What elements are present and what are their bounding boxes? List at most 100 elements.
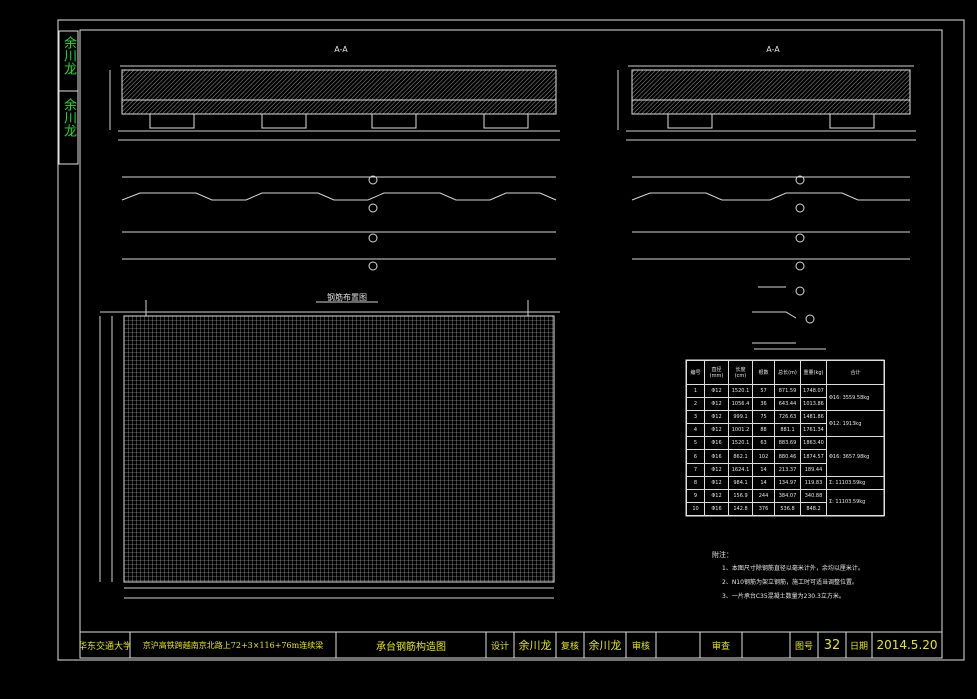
project-name: 京沪高铁跨越南京北路上72+3×116+76m连续梁 <box>142 640 324 650</box>
table-cell: 63 <box>752 436 775 451</box>
table-header: 长度(cm) <box>728 360 753 385</box>
side-stamp-name-top: 余川龙 <box>61 36 76 75</box>
table-cell: 156.9 <box>728 488 753 503</box>
right-section-title: A-A <box>766 45 780 54</box>
table-cell: Φ12 <box>704 383 729 399</box>
table-row: 8 Φ12 984.1 14 134.97 119.83 Σ: 11103.59kg <box>686 475 885 490</box>
review-label: 审核 <box>631 641 650 652</box>
table-total-cell: Φ16: 3657.98kg <box>826 436 885 477</box>
plan-title: 钢筋布置图 <box>327 293 367 302</box>
table-cell: 14 <box>752 462 775 477</box>
note-item: 1、本图尺寸除钢筋直径以毫米计外，余均以厘米计。 <box>722 565 864 572</box>
approve-label: 审查 <box>711 641 730 652</box>
table-cell: 7 <box>686 462 705 477</box>
table-cell: Φ12 <box>704 397 729 412</box>
table-cell: Φ12 <box>704 475 729 490</box>
table-cell: 14 <box>752 475 775 490</box>
table-cell: 726.63 <box>774 410 801 425</box>
table-row: 5 Φ16 1520.1 63 883.69 1863.40 Φ16: 3657.98kg <box>686 436 885 477</box>
table-cell: 1874.57 <box>800 449 827 464</box>
table-cell: 880.46 <box>774 449 801 464</box>
table-cell: 88 <box>752 423 775 438</box>
table-cell: 376 <box>752 501 775 517</box>
table-cell: 1013.86 <box>800 397 827 412</box>
table-cell: 384.07 <box>774 488 801 503</box>
table-cell: 5 <box>686 436 705 451</box>
cad-drawing-sheet: 余川龙 余川龙 A-A A-A 钢筋布置图 编号 直径(mm) 长度(cm) 根… <box>0 0 977 695</box>
design-label: 设计 <box>490 641 509 652</box>
table-cell: 244 <box>752 488 775 503</box>
notes-title: 附注： <box>712 551 733 559</box>
school-name: 华东交通大学 <box>80 641 130 652</box>
note-item: 3、一片承台C35混凝土数量为230.3立方米。 <box>722 593 845 600</box>
notes-block: 附注： 1、本图尺寸除钢筋直径以毫米计外，余均以厘米计。 2、N10钢筋为架立钢… <box>712 548 912 604</box>
table-cell: 1001.2 <box>728 423 753 438</box>
table-cell: 1624.1 <box>728 462 753 477</box>
table-cell: 1520.1 <box>728 436 753 451</box>
table-cell: 134.97 <box>774 475 801 490</box>
table-cell: Φ12 <box>704 488 729 503</box>
table-total-cell: Φ12: 1913kg <box>826 410 885 438</box>
table-cell: 871.59 <box>774 383 801 399</box>
table-cell: 119.83 <box>800 475 827 490</box>
note-item: 2、N10钢筋为架立钢筋，施工时可适当调整位置。 <box>722 579 858 586</box>
table-cell: 142.8 <box>728 501 753 517</box>
table-cell: 1481.86 <box>800 410 827 425</box>
drawing-date: 2014.5.20 <box>876 638 938 652</box>
table-header: 编号 <box>686 360 705 385</box>
table-cell: 881.1 <box>774 423 801 438</box>
rebar-table: 编号 直径(mm) 长度(cm) 根数 总长(m) 重量(kg) 合计 1 Φ12… <box>686 360 885 517</box>
table-cell: Φ16 <box>704 436 729 451</box>
table-cell: 340.88 <box>800 488 827 503</box>
table-cell: 1520.1 <box>728 383 753 399</box>
designer-name: 余川龙 <box>518 639 552 652</box>
table-cell: 848.2 <box>800 501 827 517</box>
table-cell: Φ16 <box>704 501 729 517</box>
table-total-cell: Φ16: 3559.58kg <box>826 383 885 412</box>
table-header: 直径(mm) <box>704 360 729 385</box>
table-header: 重量(kg) <box>800 360 827 385</box>
table-cell: 9 <box>686 488 705 503</box>
sheet-number: 32 <box>823 637 841 653</box>
table-cell: 1748.07 <box>800 383 827 399</box>
table-cell: 536.8 <box>774 501 801 517</box>
table-row: 9 Φ12 156.9 244 384.07 340.88 Σ: 11103.59kg <box>686 488 885 517</box>
table-header: 总长(m) <box>774 360 801 385</box>
table-cell: 984.1 <box>728 475 753 490</box>
table-cell: 883.69 <box>774 436 801 451</box>
table-cell: 1 <box>686 383 705 399</box>
right-rebar-details <box>631 175 910 344</box>
table-total-cell: Σ: 11103.59kg <box>826 488 885 517</box>
table-cell: 1056.4 <box>728 397 753 412</box>
table-cell: 36 <box>752 397 775 412</box>
checker-name: 余川龙 <box>588 639 622 652</box>
side-stamp-name-mid: 余川龙 <box>61 98 76 137</box>
table-row: 1 Φ12 1520.1 57 871.59 1748.07 Φ16: 3559.58kg <box>686 383 885 412</box>
table-header: 合计 <box>826 360 885 385</box>
table-cell: 8 <box>686 475 705 490</box>
table-cell: Φ12 <box>704 462 729 477</box>
check-label: 复核 <box>560 641 579 652</box>
table-cell: 10 <box>686 501 705 517</box>
table-cell: 862.1 <box>728 449 753 464</box>
table-cell: 4 <box>686 423 705 438</box>
plan-view <box>99 300 560 599</box>
right-elevation <box>617 65 916 141</box>
left-rebar-details <box>121 175 557 271</box>
table-cell: 189.44 <box>800 462 827 477</box>
table-cell: Φ16 <box>704 449 729 464</box>
table-cell: Φ12 <box>704 410 729 425</box>
table-cell: 999.1 <box>728 410 753 425</box>
table-cell: 6 <box>686 449 705 464</box>
drawing-title: 承台钢筋构造图 <box>376 641 446 653</box>
date-label: 日期 <box>849 641 868 652</box>
table-cell: 3 <box>686 410 705 425</box>
left-elevation <box>109 65 560 141</box>
table-cell: 643.44 <box>774 397 801 412</box>
sheet-label: 图号 <box>794 641 813 652</box>
table-cell: 213.37 <box>774 462 801 477</box>
table-cell: 1863.40 <box>800 436 827 451</box>
table-cell: 1761.34 <box>800 423 827 438</box>
table-total-cell: Σ: 11103.59kg <box>826 475 885 490</box>
table-row: 3 Φ12 999.1 75 726.63 1481.86 Φ12: 1913kg <box>686 410 885 438</box>
